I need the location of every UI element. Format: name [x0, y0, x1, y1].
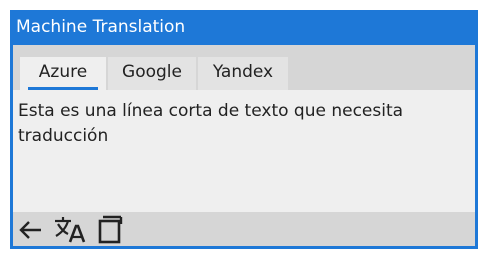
title-bar[interactable]: Machine Translation — [10, 10, 478, 45]
arrow-left-icon — [19, 221, 41, 239]
tab-yandex[interactable]: Yandex — [198, 57, 288, 90]
tab-google-label: Google — [122, 62, 182, 82]
back-button[interactable] — [17, 214, 47, 244]
copy-button[interactable] — [95, 214, 125, 244]
bottom-toolbar — [13, 212, 475, 246]
machine-translation-window: Machine Translation Azure Google Yandex … — [10, 10, 478, 249]
copy-icon — [98, 215, 123, 244]
tab-azure[interactable]: Azure — [20, 57, 106, 90]
translation-text: Esta es una línea corta de texto que nec… — [18, 101, 404, 146]
translation-output[interactable]: Esta es una línea corta de texto que nec… — [13, 90, 475, 212]
tab-google[interactable]: Google — [108, 57, 196, 90]
translate-icon — [55, 217, 86, 243]
window-body: Azure Google Yandex Esta es una línea co… — [13, 45, 475, 246]
translate-button[interactable] — [53, 214, 86, 244]
tab-yandex-label: Yandex — [212, 62, 274, 82]
tab-bar: Azure Google Yandex — [13, 45, 475, 90]
tab-azure-label: Azure — [38, 62, 88, 82]
window-title: Machine Translation — [16, 17, 186, 37]
